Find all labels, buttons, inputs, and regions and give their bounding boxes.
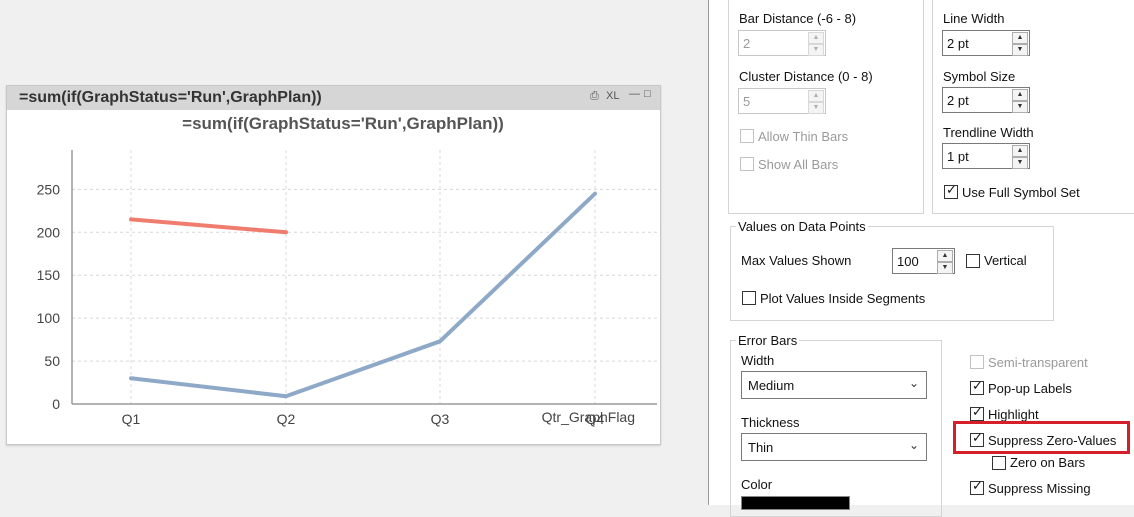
allow-thin-bars-checkbox[interactable] [740, 129, 754, 143]
symbol-size-value: 2 pt [947, 93, 969, 108]
vertical-label: Vertical [984, 253, 1027, 268]
width-select-value: Medium [748, 378, 795, 393]
symbol-size-spinner[interactable]: 2 pt ▲ ▼ [942, 87, 1030, 113]
vertical-checkbox[interactable] [966, 254, 980, 268]
trendline-width-spinner[interactable]: 1 pt ▲ ▼ [942, 143, 1030, 169]
line-width-label: Line Width [943, 11, 1005, 26]
xl-icon[interactable]: XL [606, 90, 619, 102]
y-tick-label: 200 [37, 224, 61, 240]
thickness-select-value: Thin [748, 440, 774, 455]
error-bars-title: Error Bars [736, 333, 800, 348]
semi-transparent-label: Semi-transparent [988, 355, 1088, 370]
line-width-spinner[interactable]: 2 pt ▲ ▼ [942, 30, 1030, 56]
line-chart: =sum(if(GraphStatus='Run',GraphPlan)) 0 5… [37, 114, 657, 427]
chart-caption-bar[interactable]: =sum(if(GraphStatus='Run',GraphPlan)) ⎙ … [7, 86, 660, 110]
width-label: Width [741, 353, 775, 368]
plot-values-inside-label: Plot Values Inside Segments [760, 291, 926, 306]
chart-grid [72, 150, 657, 404]
x-tick-label: Q3 [431, 411, 450, 427]
spin-up-icon[interactable]: ▲ [808, 90, 824, 102]
chevron-down-icon: ⌄ [908, 438, 919, 452]
suppress-missing-checkbox[interactable]: ✓ [970, 479, 984, 495]
bar-distance-label: Bar Distance (-6 - 8) [739, 11, 857, 26]
color-swatch[interactable] [741, 496, 850, 510]
plot-values-inside-checkbox[interactable] [742, 291, 756, 305]
width-select[interactable]: Medium ⌄ [741, 371, 927, 399]
spin-up-icon[interactable]: ▲ [1012, 89, 1028, 101]
spin-up-icon[interactable]: ▲ [808, 32, 824, 44]
x-axis-label: Qtr_GraphFlag [542, 409, 635, 425]
use-full-symbol-set-checkbox[interactable]: ✓ [944, 183, 958, 199]
print-icon[interactable]: ⎙ [590, 90, 599, 103]
thickness-select[interactable]: Thin ⌄ [741, 433, 927, 461]
max-values-spinner[interactable]: 100 ▲ ▼ [892, 248, 955, 274]
spin-up-icon[interactable]: ▲ [1012, 145, 1028, 157]
bar-distance-value: 2 [743, 36, 751, 51]
show-all-bars-label: Show All Bars [758, 157, 839, 172]
annotation-highlight-box [953, 421, 1130, 454]
color-label: Color [741, 477, 773, 492]
use-full-symbol-set-label: Use Full Symbol Set [962, 185, 1080, 200]
line-width-value: 2 pt [947, 36, 969, 51]
maximize-icon[interactable]: □ [644, 88, 651, 100]
spin-down-icon[interactable]: ▼ [937, 262, 953, 274]
spin-down-icon[interactable]: ▼ [808, 102, 824, 114]
values-on-data-points-title: Values on Data Points [736, 219, 868, 234]
thickness-label: Thickness [741, 415, 800, 430]
y-tick-label: 150 [37, 267, 61, 283]
spin-down-icon[interactable]: ▼ [1012, 101, 1028, 113]
trendline-width-label: Trendline Width [943, 125, 1034, 140]
spin-down-icon[interactable]: ▼ [808, 44, 824, 56]
allow-thin-bars-label: Allow Thin Bars [758, 129, 849, 144]
popup-labels-label: Pop-up Labels [988, 381, 1072, 396]
trendline-width-value: 1 pt [947, 149, 969, 164]
cluster-distance-label: Cluster Distance (0 - 8) [739, 69, 873, 84]
chart-series [129, 191, 597, 399]
chart-axes [71, 150, 657, 405]
y-tick-label: 50 [44, 353, 60, 369]
x-tick-label: Q1 [122, 411, 141, 427]
highlight-checkbox[interactable]: ✓ [970, 405, 984, 421]
cluster-distance-value: 5 [743, 94, 751, 109]
zero-on-bars-label: Zero on Bars [1010, 455, 1086, 470]
spin-up-icon[interactable]: ▲ [1012, 32, 1028, 44]
spin-down-icon[interactable]: ▼ [1012, 44, 1028, 56]
symbol-size-label: Symbol Size [943, 69, 1016, 84]
series-line-0[interactable] [129, 217, 288, 235]
zero-on-bars-checkbox[interactable] [992, 456, 1006, 470]
y-tick-label: 0 [52, 396, 60, 412]
highlight-label: Highlight [988, 407, 1039, 422]
chart-window: =sum(if(GraphStatus='Run',GraphPlan)) ⎙ … [6, 85, 661, 445]
popup-labels-checkbox[interactable]: ✓ [970, 379, 984, 395]
minimize-icon[interactable]: — [629, 88, 640, 100]
cluster-distance-spinner[interactable]: 5 ▲ ▼ [738, 88, 826, 114]
semi-transparent-checkbox[interactable] [970, 355, 984, 369]
spin-down-icon[interactable]: ▼ [1012, 157, 1028, 169]
chart-title: =sum(if(GraphStatus='Run',GraphPlan)) [182, 114, 504, 133]
chart-window-title: =sum(if(GraphStatus='Run',GraphPlan)) [19, 89, 322, 106]
y-tick-label: 100 [37, 310, 61, 326]
bar-distance-spinner[interactable]: 2 ▲ ▼ [738, 30, 826, 56]
show-all-bars-checkbox[interactable] [740, 157, 754, 171]
chevron-down-icon: ⌄ [908, 376, 919, 390]
max-values-value: 100 [897, 254, 919, 269]
x-tick-label: Q2 [277, 411, 296, 427]
y-tick-label: 250 [37, 181, 61, 197]
y-axis-ticks: 0 50 100 150 200 250 [37, 181, 61, 412]
x-axis-ticks: Q1 Q2 Q3 Q4 [122, 411, 605, 427]
max-values-label: Max Values Shown [741, 253, 852, 268]
suppress-missing-label: Suppress Missing [988, 481, 1091, 496]
spin-up-icon[interactable]: ▲ [937, 250, 953, 262]
